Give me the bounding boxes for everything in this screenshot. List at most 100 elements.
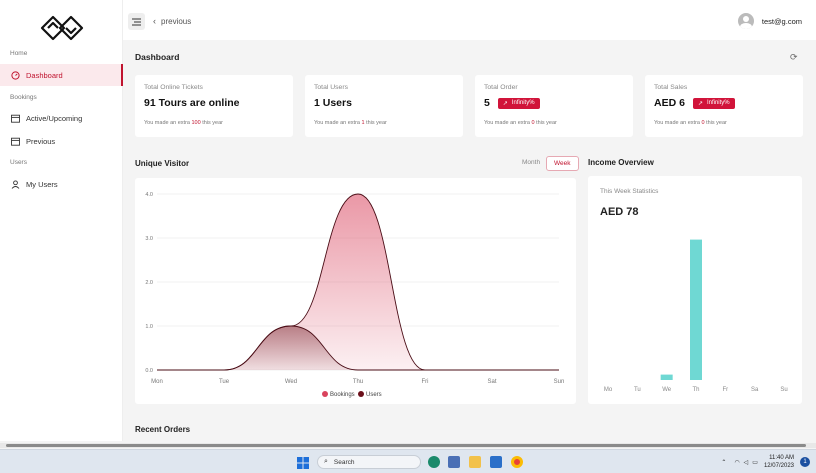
y-tick-label: 1.0: [145, 324, 153, 330]
sidebar-item-active-upcoming[interactable]: Active/Upcoming: [0, 107, 123, 129]
menu-toggle-button[interactable]: [128, 13, 145, 30]
sub-num: 1: [361, 120, 365, 126]
x-tick-label: Sun: [554, 379, 565, 385]
top-bar: ‹ previous test@g.com: [123, 0, 816, 40]
clock-date: 12/07/2023: [763, 463, 794, 469]
notification-badge[interactable]: 1: [800, 457, 810, 467]
card-value: AED 6 ↗ Infinity%: [654, 97, 735, 109]
calendar-icon: [10, 136, 20, 146]
income-bar: [690, 239, 702, 380]
section-home: Home: [10, 50, 28, 57]
x-tick-label: Mo: [604, 387, 613, 393]
back-link[interactable]: ‹ previous: [153, 16, 191, 26]
wifi-icon[interactable]: ◠: [734, 459, 739, 466]
bar-chart: Mo Tu We Th Fr Sa Su: [604, 239, 788, 393]
sub-pre: You made an extra: [144, 120, 190, 126]
unique-visitor-title: Unique Visitor: [135, 159, 190, 168]
scrollbar-thumb[interactable]: [6, 444, 806, 447]
taskbar-search[interactable]: ⌕ Search: [317, 455, 421, 469]
section-bookings: Bookings: [10, 94, 37, 101]
user-icon: [10, 179, 20, 189]
trend-up-icon: ↗: [697, 100, 703, 107]
card-subtext: You made an extra 0 this year: [484, 120, 557, 126]
area-chart: 0.0 1.0 2.0 3.0 4.0 Mon Tue Wed Thu Fri Sat Sun Book…: [145, 192, 565, 398]
sidebar-item-label: Active/Upcoming: [26, 113, 83, 123]
badge-text: Infinity%: [706, 100, 730, 106]
clock[interactable]: 11:40 AM 12/07/2023: [764, 454, 794, 470]
sub-pre: You made an extra: [314, 120, 360, 126]
badge-text: Infinity%: [511, 100, 535, 106]
search-icon: ⌕: [324, 458, 328, 465]
user-menu[interactable]: test@g.com: [737, 13, 802, 29]
card-value: 1 Users: [314, 97, 352, 109]
sidebar-item-previous[interactable]: Previous: [0, 130, 123, 152]
battery-icon[interactable]: ▭: [752, 459, 758, 466]
tab-week[interactable]: Week: [546, 156, 579, 171]
os-taskbar: ⌕ Search ⌃ ◠ ◁ ▭ 11:40 AM 12/07/2023 1: [0, 449, 816, 473]
x-tick-label: Wed: [285, 379, 297, 385]
x-tick-label: We: [662, 387, 672, 393]
x-tick-label: Fri: [422, 379, 429, 385]
stat-card-sales: Total Sales AED 6 ↗ Infinity% You made an …: [645, 75, 803, 137]
sidebar-item-my-users[interactable]: My Users: [0, 173, 123, 195]
edge-browser-icon[interactable]: [428, 456, 440, 468]
legend-label: Bookings: [330, 392, 355, 398]
speaker-icon[interactable]: ◁: [744, 459, 749, 466]
refresh-icon[interactable]: ⟳: [790, 52, 798, 63]
x-tick-label: Thu: [353, 379, 363, 385]
x-tick-label: Tue: [219, 379, 230, 385]
clock-time: 11:40 AM: [769, 455, 794, 461]
x-tick-label: Fr: [722, 387, 728, 393]
recent-orders-title: Recent Orders: [135, 425, 191, 434]
sub-pre: You made an extra: [654, 120, 700, 126]
sub-num: 0: [701, 120, 705, 126]
sub-num: 0: [531, 120, 535, 126]
card-value-text: 5: [484, 97, 490, 109]
y-tick-label: 0.0: [145, 368, 153, 374]
card-value-text: 91 Tours are online: [144, 97, 240, 109]
trend-up-icon: ↗: [502, 100, 508, 107]
hamburger-icon: [132, 18, 141, 25]
chevron-up-icon[interactable]: ⌃: [721, 459, 726, 466]
legend-label: Users: [366, 392, 382, 398]
sidebar-item-label: My Users: [26, 179, 58, 189]
back-label: previous: [161, 16, 192, 26]
calendar-icon: [10, 113, 20, 123]
stat-card-users: Total Users 1 Users You made an extra 1 …: [305, 75, 463, 137]
sub-num: 100: [191, 120, 201, 126]
sidebar-item-label: Dashboard: [26, 70, 63, 80]
x-tick-label: Mon: [151, 379, 163, 385]
card-label: Total Sales: [654, 84, 688, 91]
chrome-icon[interactable]: [511, 456, 523, 468]
card-subtext: You made an extra 1 this year: [314, 120, 387, 126]
file-explorer-icon[interactable]: [469, 456, 481, 468]
income-overview-panel: This Week Statistics AED 78 Mo Tu We Th Fr Sa…: [588, 176, 802, 404]
y-tick-label: 2.0: [145, 280, 153, 286]
calculator-icon[interactable]: [448, 456, 460, 468]
stat-card-orders: Total Order 5 ↗ Infinity% You made an extr…: [475, 75, 633, 137]
income-bar: [660, 374, 673, 380]
card-label: Total Users: [314, 84, 348, 91]
sub-post: this year: [366, 120, 387, 126]
section-users: Users: [10, 159, 27, 166]
windows-start-icon[interactable]: [297, 456, 309, 469]
y-tick-label: 3.0: [145, 236, 153, 242]
x-tick-label: Th: [692, 387, 699, 393]
brand-logo[interactable]: [40, 12, 84, 44]
sidebar-item-dashboard[interactable]: Dashboard: [0, 64, 123, 86]
system-tray: ⌃ ◠ ◁ ▭ 11:40 AM 12/07/2023 1: [721, 454, 810, 470]
card-value: 91 Tours are online: [144, 97, 240, 109]
sidebar: Home Dashboard Bookings Active/Upcoming …: [0, 0, 123, 441]
tab-month[interactable]: Month: [515, 156, 547, 169]
mail-icon[interactable]: [490, 456, 502, 468]
user-email: test@g.com: [761, 16, 802, 26]
stat-card-tickets: Total Online Tickets 91 Tours are online…: [135, 75, 293, 137]
horizontal-scrollbar[interactable]: [0, 443, 816, 448]
dashboard-icon: [10, 70, 20, 80]
legend-swatch: [322, 391, 328, 397]
growth-badge: ↗ Infinity%: [692, 97, 735, 109]
sub-post: this year: [706, 120, 727, 126]
growth-badge: ↗ Infinity%: [497, 97, 540, 109]
x-tick-label: Tu: [634, 387, 641, 393]
sub-pre: You made an extra: [484, 120, 530, 126]
